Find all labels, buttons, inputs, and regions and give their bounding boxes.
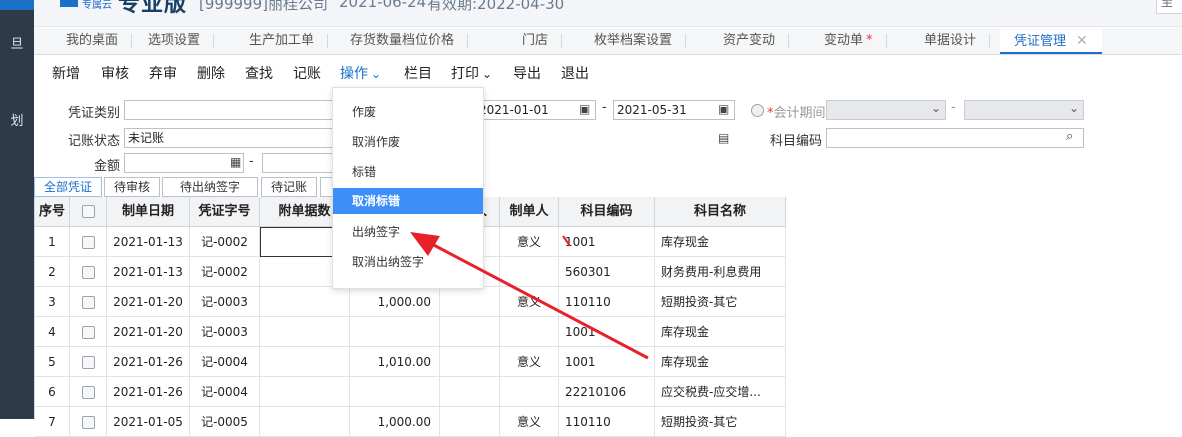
annotation-tick: [562, 235, 571, 247]
annotation-arrow-shaft: [427, 240, 649, 360]
annotation-arrow-head: [410, 232, 440, 256]
annotation-arrow-icon: [410, 232, 649, 360]
